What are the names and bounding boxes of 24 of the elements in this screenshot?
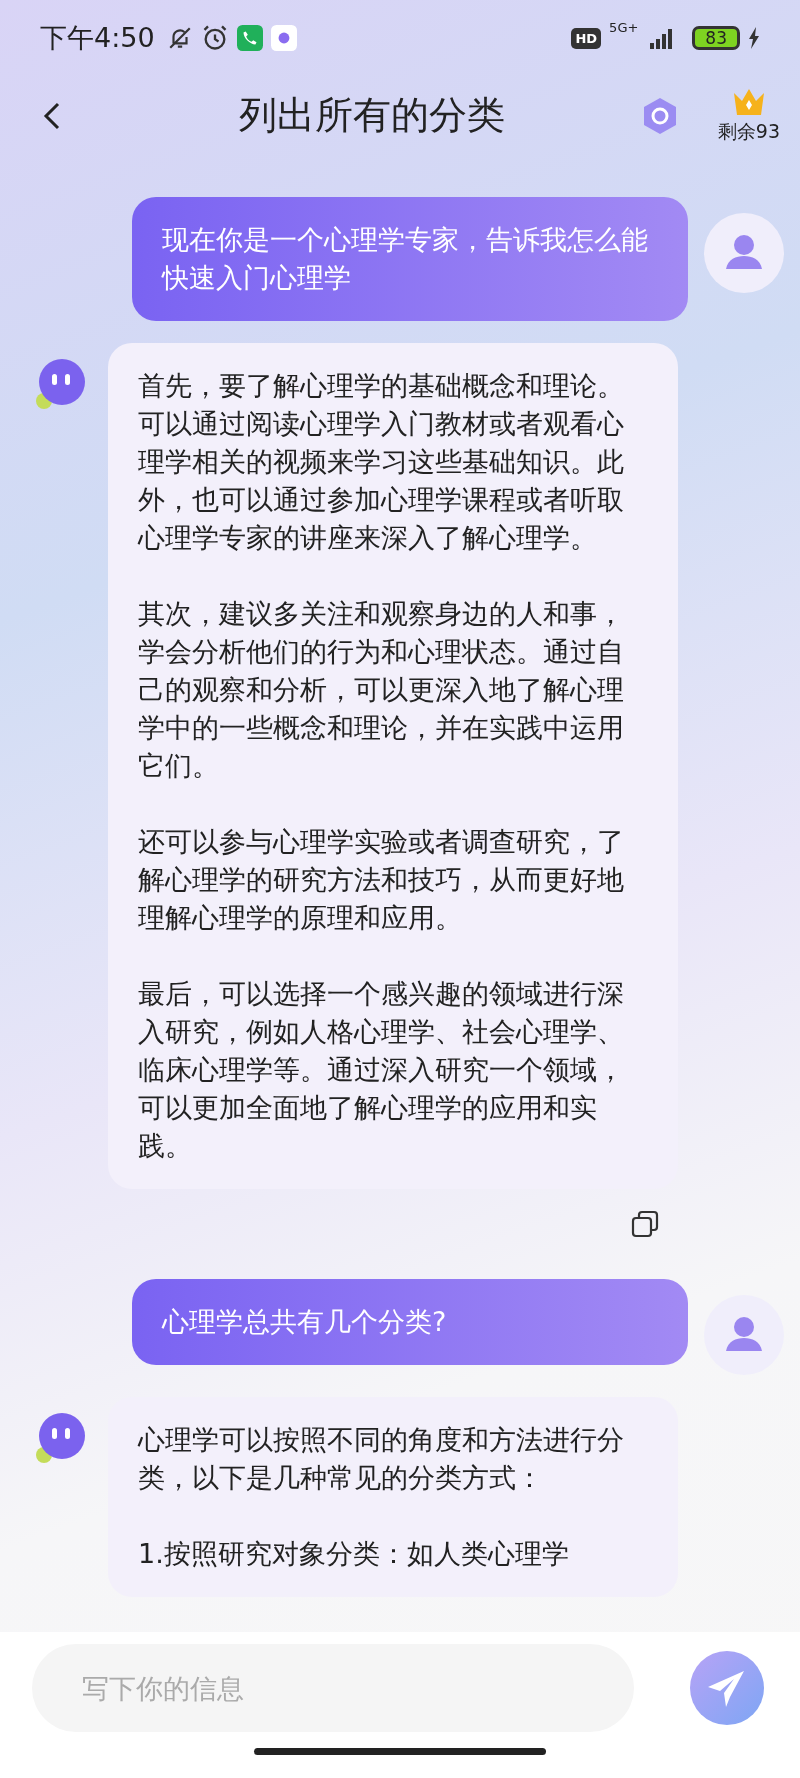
message-text: 首先，要了解心理学的基础概念和理论。可以通过阅读心理学入门教材或者观看心理学相关的视频来学习这些基础知识。此外，也可以通过参加心理学课程或者听取心理学专家的讲座来深入了解心理学。	[138, 369, 625, 555]
charging-icon	[748, 27, 760, 49]
user-avatar-icon	[704, 1295, 784, 1375]
message-input-field[interactable]: 写下你的信息	[32, 1644, 634, 1732]
message-text: 还可以参与心理学实验或者调查研究，了解心理学的研究方法和技巧，从而更好地理解心理学的原理和应用。	[138, 825, 625, 935]
message-text: 心理学总共有几个分类?	[162, 1305, 448, 1339]
network-label: 5G+	[609, 20, 639, 35]
status-time: 下午4:50	[40, 21, 155, 55]
copy-icon[interactable]	[630, 1209, 660, 1239]
page-title: 列出所有的分类	[237, 92, 506, 139]
phone-app-icon	[236, 25, 263, 51]
hd-badge: HD	[571, 27, 602, 49]
message-text: 其次，建议多关注和观察身边的人和事，学会分析他们的行为和心理状态。通过自己的观察和分析，可以更深入地了解心理学中的一些概念和理论，并在实践中运用它们。	[138, 597, 625, 783]
chat-app-icon	[270, 25, 297, 51]
remaining-count: 剩余93	[717, 118, 780, 144]
message-text: 现在你是一个心理学专家，告诉我怎么能快速入门心理学	[162, 223, 649, 295]
message-text: 1.按照研究对象分类：如人类心理学	[138, 1537, 570, 1571]
back-icon[interactable]	[42, 100, 62, 131]
send-button[interactable]	[690, 1651, 764, 1725]
hexagon-icon[interactable]	[641, 96, 678, 135]
message-text: 最后，可以选择一个感兴趣的领域进行深入研究，例如人格心理学、社会心理学、临床心理学等。通过深入研究一个领域，可以更加全面地了解心理学的应用和实践。	[138, 977, 625, 1163]
message-text: 心理学可以按照不同的角度和方法进行分类，以下是几种常见的分类方式：	[138, 1423, 625, 1495]
user-avatar-icon	[704, 213, 784, 293]
battery-indicator: 83	[692, 26, 740, 50]
